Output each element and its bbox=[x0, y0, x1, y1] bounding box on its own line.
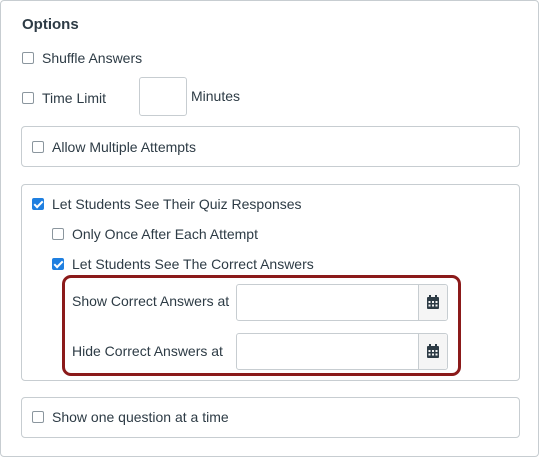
one-question-checkbox[interactable] bbox=[32, 411, 44, 423]
shuffle-answers-checkbox[interactable] bbox=[22, 52, 34, 64]
show-correct-answers-label: Show Correct Answers at bbox=[72, 293, 230, 309]
see-quiz-responses-option[interactable]: Let Students See Their Quiz Responses bbox=[32, 194, 302, 214]
show-correct-answers-input[interactable] bbox=[237, 285, 418, 320]
hide-correct-answers-date-field bbox=[236, 333, 448, 370]
see-correct-answers-label: Let Students See The Correct Answers bbox=[72, 256, 314, 272]
see-quiz-responses-checkbox[interactable] bbox=[32, 198, 44, 210]
time-limit-checkbox[interactable] bbox=[22, 92, 34, 104]
shuffle-answers-label: Shuffle Answers bbox=[42, 50, 143, 66]
allow-multiple-attempts-checkbox[interactable] bbox=[32, 141, 44, 153]
allow-multiple-attempts-option[interactable]: Allow Multiple Attempts bbox=[32, 137, 196, 157]
quiz-options-panel: Options Shuffle Answers Time Limit Minut… bbox=[0, 0, 539, 457]
show-correct-answers-date-field bbox=[236, 284, 448, 321]
calendar-icon bbox=[427, 295, 439, 309]
show-correct-answers-calendar-button[interactable] bbox=[418, 285, 447, 320]
see-correct-answers-checkbox[interactable] bbox=[52, 258, 64, 270]
one-question-label: Show one question at a time bbox=[52, 409, 229, 425]
time-limit-label: Time Limit bbox=[42, 90, 107, 106]
hide-correct-answers-calendar-button[interactable] bbox=[418, 334, 447, 369]
see-quiz-responses-label: Let Students See Their Quiz Responses bbox=[52, 196, 302, 212]
one-question-option[interactable]: Show one question at a time bbox=[32, 407, 229, 427]
shuffle-answers-option[interactable]: Shuffle Answers bbox=[22, 48, 142, 68]
minutes-label: Minutes bbox=[191, 88, 241, 104]
time-limit-option[interactable]: Time Limit bbox=[22, 88, 106, 108]
only-once-checkbox[interactable] bbox=[52, 228, 64, 240]
time-limit-minutes-input[interactable] bbox=[139, 77, 187, 116]
only-once-option[interactable]: Only Once After Each Attempt bbox=[52, 224, 258, 244]
allow-multiple-attempts-label: Allow Multiple Attempts bbox=[52, 139, 196, 155]
hide-correct-answers-input[interactable] bbox=[237, 334, 418, 369]
see-correct-answers-option[interactable]: Let Students See The Correct Answers bbox=[52, 254, 314, 274]
calendar-icon bbox=[427, 344, 439, 358]
only-once-label: Only Once After Each Attempt bbox=[72, 226, 258, 242]
options-title: Options bbox=[22, 16, 79, 33]
hide-correct-answers-label: Hide Correct Answers at bbox=[72, 343, 223, 359]
